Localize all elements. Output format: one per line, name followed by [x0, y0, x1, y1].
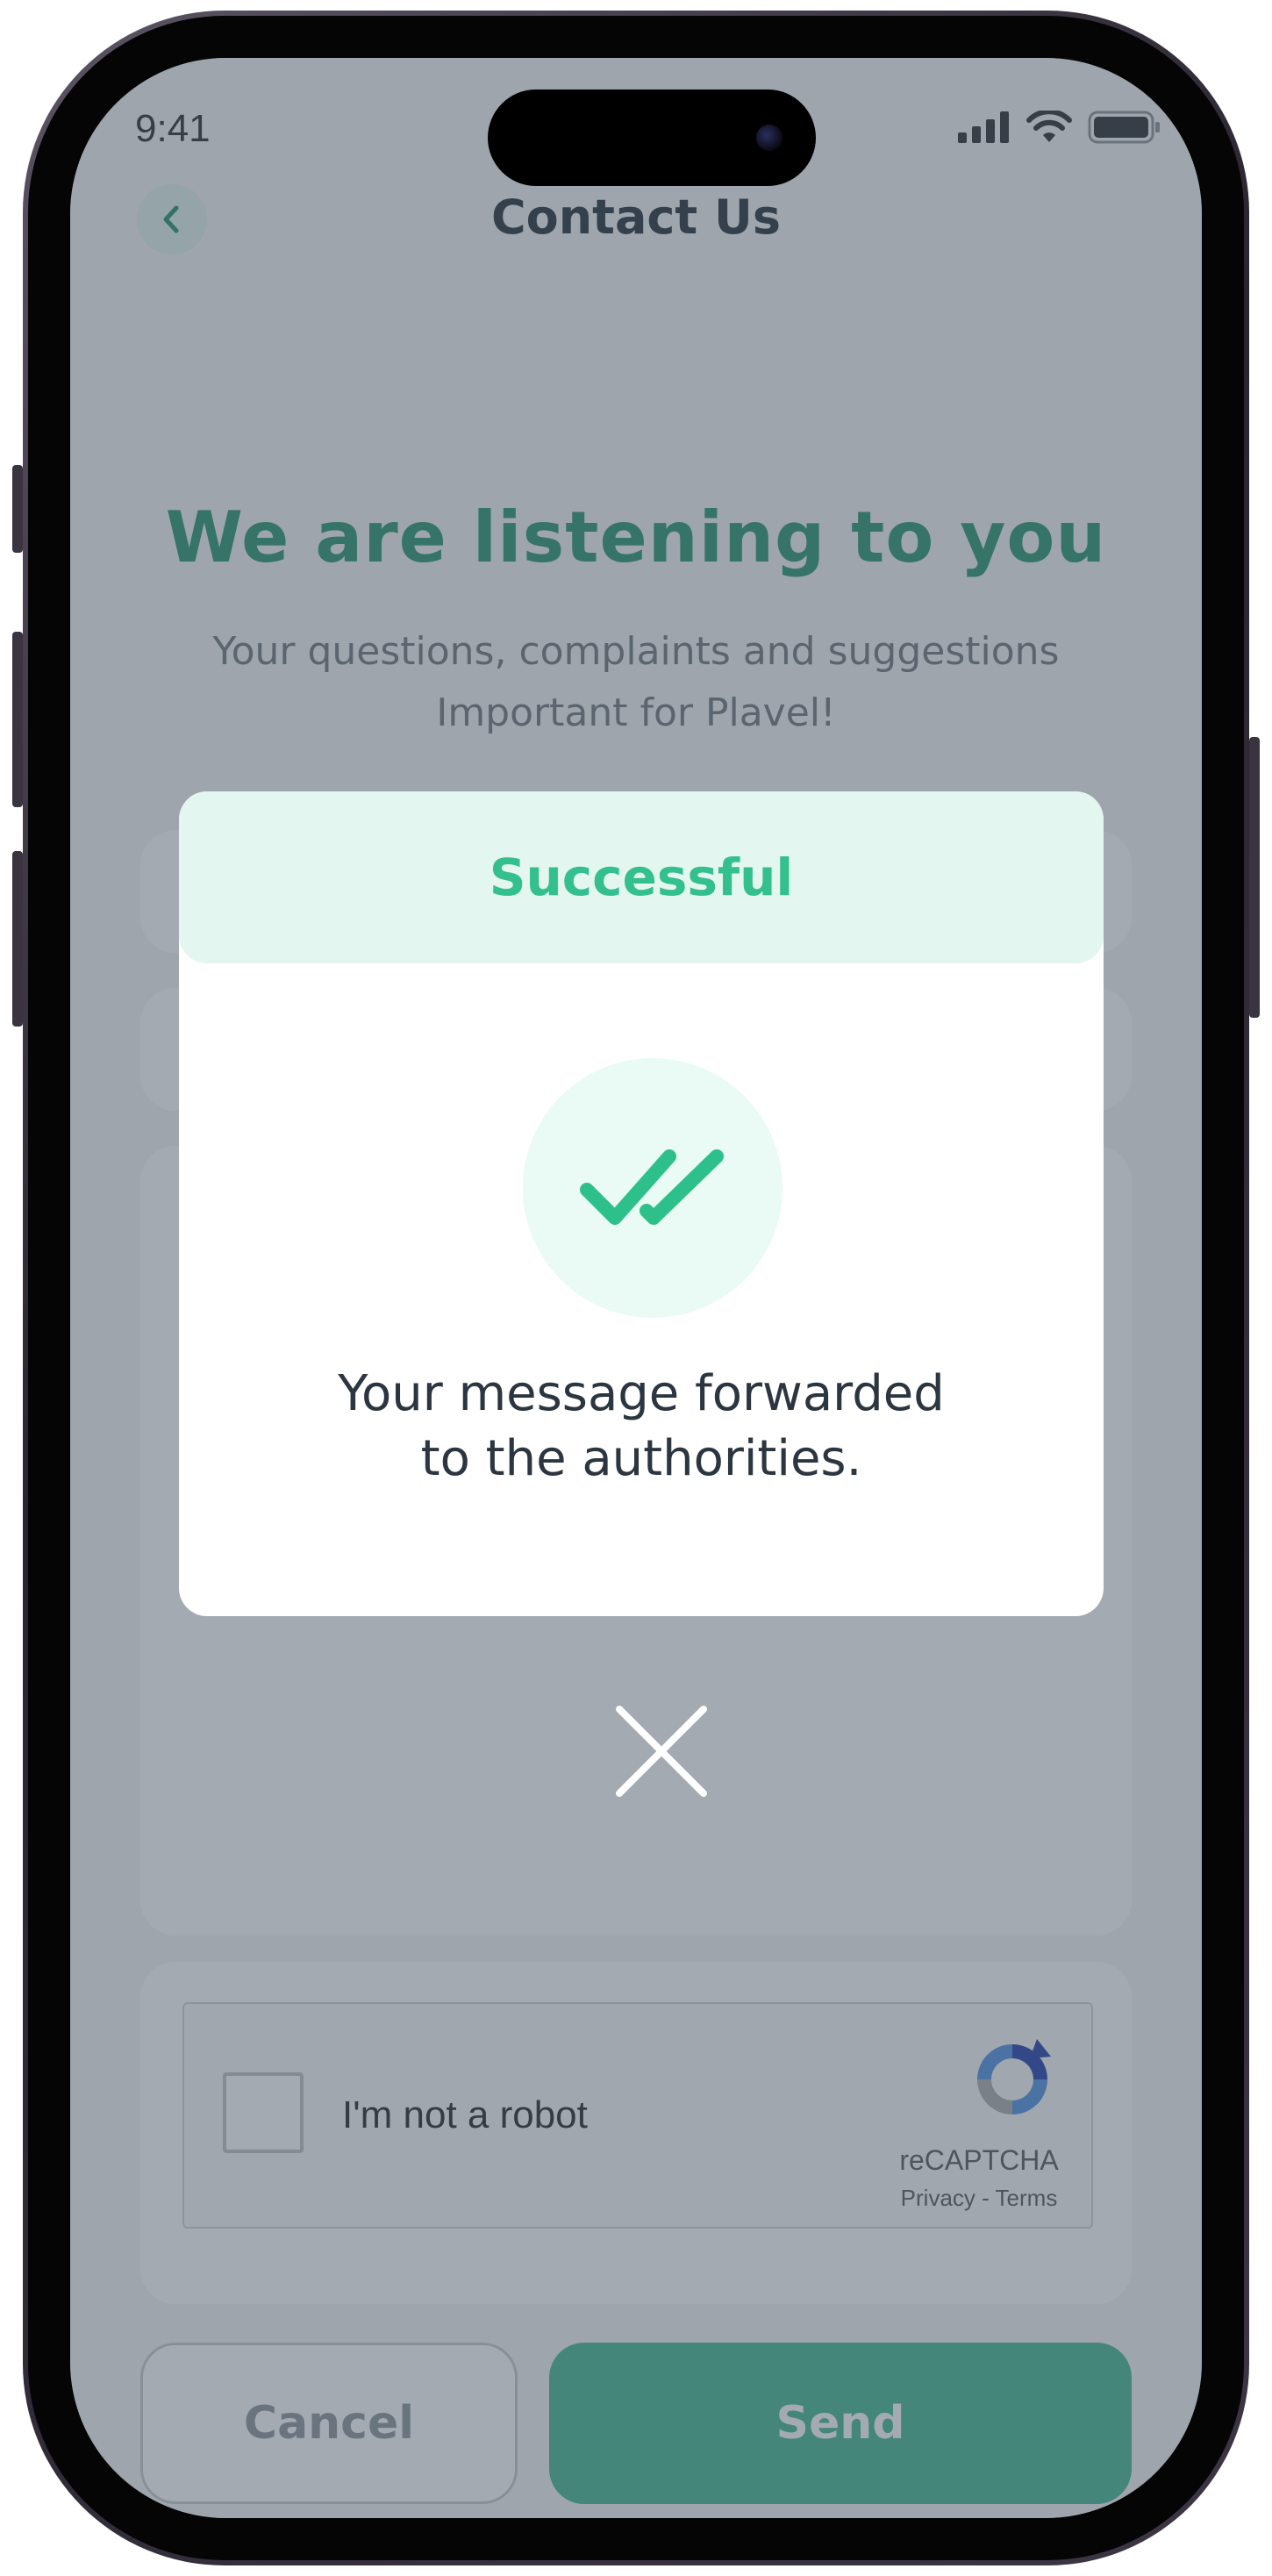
success-icon-badge: [523, 1058, 782, 1318]
camera-icon: [756, 125, 782, 151]
phone-frame: 9:41: [23, 11, 1249, 2565]
dynamic-island: [488, 89, 816, 186]
modal-message: Your message forwarded to the authoritie…: [232, 1362, 1051, 1492]
power-button: [1249, 737, 1260, 1018]
modal-title: Successful: [179, 791, 1104, 963]
success-modal: Successful Your message forwarded to the…: [179, 791, 1104, 1616]
close-modal-button[interactable]: [614, 1704, 709, 1799]
close-icon: [616, 1706, 707, 1797]
double-check-icon: [580, 1149, 724, 1225]
modal-message-line1: Your message forwarded: [338, 1365, 945, 1422]
modal-message-line2: to the authorities.: [420, 1430, 862, 1487]
volume-down-button: [12, 851, 23, 1027]
action-button: [12, 465, 23, 553]
volume-up-button: [12, 632, 23, 807]
phone-bezel: 9:41: [28, 16, 1244, 2560]
screen: 9:41: [70, 58, 1202, 2518]
